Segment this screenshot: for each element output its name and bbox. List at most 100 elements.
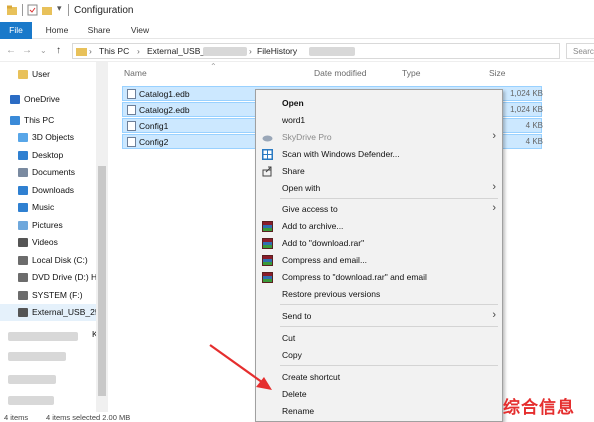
new-folder-icon[interactable]	[41, 4, 53, 16]
column-size[interactable]: Size	[489, 68, 506, 78]
nav-item-label: OneDrive	[24, 94, 60, 104]
selection-info: 4 items selected 2.00 MB	[46, 413, 131, 422]
file-icon	[127, 105, 136, 115]
tab-view[interactable]: View	[124, 22, 156, 39]
forward-icon[interactable]: →	[22, 45, 32, 56]
menu-item-add-to-download-rar[interactable]: Add to "download.rar"	[256, 235, 502, 252]
watermark-text: 综合信息	[503, 398, 575, 418]
menu-item-scan-with-windows-defender[interactable]: Scan with Windows Defender...	[256, 146, 502, 163]
properties-icon[interactable]	[27, 4, 38, 16]
ribbon-tabs: File Home Share View	[0, 22, 594, 39]
menu-item-label: word1	[282, 115, 306, 125]
menu-item-word1[interactable]: word1	[256, 112, 502, 129]
drive-icon	[18, 291, 28, 300]
nav-item[interactable]: User	[0, 66, 100, 83]
nav-item[interactable]: External_USB_25(	[0, 304, 100, 321]
column-type[interactable]: Type	[402, 68, 420, 78]
menu-item-label: Scan with Windows Defender...	[282, 149, 400, 159]
download-icon	[18, 186, 28, 195]
breadcrumb-separator: ›	[137, 46, 140, 56]
file-icon	[127, 89, 136, 99]
nav-item[interactable]: 3D Objects	[0, 129, 100, 146]
submenu-arrow-icon: ›	[492, 309, 496, 321]
column-date-modified[interactable]: Date modified	[314, 68, 366, 78]
file-name: Catalog2.edb	[139, 105, 190, 115]
window-title: Configuration	[74, 5, 134, 16]
menu-item-cut[interactable]: Cut	[256, 330, 502, 347]
menu-item-label: Compress and email...	[282, 255, 368, 265]
cloud-icon	[10, 95, 20, 104]
menu-separator	[280, 198, 498, 199]
tab-file[interactable]: File	[0, 22, 32, 39]
menu-item-label: Create shortcut	[282, 372, 341, 382]
scrollbar-thumb[interactable]	[98, 166, 106, 396]
menu-item-label: Send to	[282, 311, 312, 321]
search-input[interactable]: Searc	[566, 43, 594, 59]
breadcrumb-separator: ›	[89, 46, 92, 56]
address-bar[interactable]: › This PC › External_USB_ › FileHistory	[72, 43, 560, 59]
nav-item[interactable]: This PC	[0, 112, 100, 129]
menu-item-rename[interactable]: Rename	[256, 403, 502, 420]
breadcrumb-external-usb[interactable]: External_USB_	[147, 46, 205, 56]
menu-item-share[interactable]: Share	[256, 163, 502, 180]
nav-item[interactable]: Downloads	[0, 182, 100, 199]
file-size: 1,024 KB	[510, 89, 543, 98]
tab-share[interactable]: Share	[82, 22, 116, 39]
nav-scrollbar[interactable]	[96, 62, 108, 412]
nav-item-label: External_USB_25(	[32, 307, 100, 317]
menu-item-copy[interactable]: Copy	[256, 347, 502, 364]
menu-separator	[280, 304, 498, 305]
menu-item-send-to[interactable]: Send to ›	[256, 308, 502, 325]
customize-toolbar-icon[interactable]: ▾	[57, 3, 62, 15]
column-name[interactable]: Name	[124, 68, 147, 78]
nav-item-label: Pictures	[32, 220, 63, 230]
menu-item-label: SkyDrive Pro	[282, 132, 332, 142]
nav-item[interactable]: Local Disk (C:)	[0, 252, 100, 269]
menu-item-add-to-archive[interactable]: Add to archive...	[256, 218, 502, 235]
file-size: 4 KB	[525, 121, 543, 130]
menu-item-compress-to-download-rar-and-email[interactable]: Compress to "download.rar" and email	[256, 269, 502, 286]
tab-home[interactable]: Home	[40, 22, 74, 39]
menu-item-restore-previous-versions[interactable]: Restore previous versions	[256, 286, 502, 303]
cube-icon	[18, 133, 28, 142]
nav-item[interactable]: Music	[0, 199, 100, 216]
nav-item[interactable]: OneDrive	[0, 91, 100, 108]
up-icon[interactable]: ↑	[56, 45, 61, 56]
menu-item-compress-and-email[interactable]: Compress and email...	[256, 252, 502, 269]
file-icon	[127, 137, 136, 147]
nav-item[interactable]: Documents	[0, 164, 100, 181]
nav-item[interactable]: Videos	[0, 234, 100, 251]
menu-separator	[280, 365, 498, 366]
breadcrumb-filehistory[interactable]: FileHistory	[257, 46, 297, 56]
nav-item-label: This PC	[24, 115, 55, 125]
menu-item-delete[interactable]: Delete	[256, 386, 502, 403]
menu-item-open-with[interactable]: Open with ›	[256, 180, 502, 197]
file-size: 1,024 KB	[510, 105, 543, 114]
nav-item-label: Documents	[32, 167, 75, 177]
menu-item-give-access-to[interactable]: Give access to ›	[256, 201, 502, 218]
menu-item-label: Copy	[282, 350, 302, 360]
file-name: Config2	[139, 137, 169, 147]
file-name: Config1	[139, 121, 169, 131]
back-icon[interactable]: ←	[6, 45, 16, 56]
documents-icon	[18, 168, 28, 177]
menu-item-create-shortcut[interactable]: Create shortcut	[256, 369, 502, 386]
recent-locations-icon[interactable]: ⌄	[40, 46, 47, 55]
breadcrumb-this-pc[interactable]: This PC	[99, 46, 129, 56]
menu-item-label: Open with	[282, 183, 321, 193]
redacted-text	[8, 332, 78, 341]
redacted-text	[8, 375, 56, 384]
redacted-text	[8, 352, 66, 361]
nav-item[interactable]: DVD Drive (D:) H	[0, 269, 100, 286]
menu-item-label: Restore previous versions	[282, 289, 381, 299]
menu-item-skydrive-pro[interactable]: SkyDrive Pro ›	[256, 129, 502, 146]
nav-item[interactable]: SYSTEM (F:)	[0, 287, 100, 304]
nav-item[interactable]: Desktop	[0, 147, 100, 164]
menu-item-label: Delete	[282, 389, 307, 399]
item-count: 4 items	[4, 413, 29, 422]
nav-item[interactable]: Pictures	[0, 217, 100, 234]
redacted-text	[309, 47, 355, 56]
usb-drive-icon	[18, 308, 28, 317]
menu-item-open[interactable]: Open	[256, 95, 502, 112]
menu-separator	[280, 326, 498, 327]
